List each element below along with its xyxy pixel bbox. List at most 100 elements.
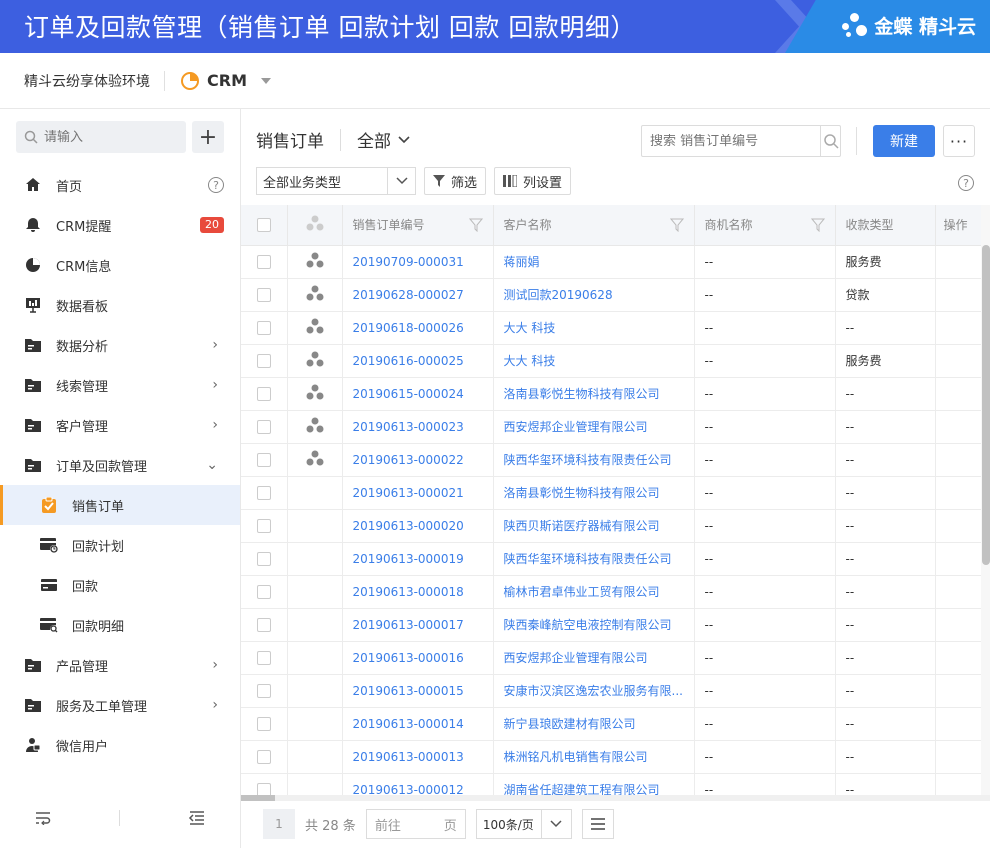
column-header-payment-type[interactable]: 收款类型 bbox=[835, 205, 936, 246]
table-row[interactable]: 20190613-000017 陕西秦峰航空电液控制有限公司 -- -- bbox=[241, 608, 982, 642]
table-row[interactable]: 20190613-000013 株洲铭凡机电销售有限公司 -- -- bbox=[241, 740, 982, 774]
sidebar-search[interactable] bbox=[16, 121, 186, 153]
sidebar-item-card-detail[interactable]: 回款明细 bbox=[0, 605, 240, 645]
row-checkbox[interactable] bbox=[257, 452, 271, 467]
sidebar-item-board[interactable]: 数据看板 bbox=[0, 285, 240, 325]
page-number-current[interactable]: 1 bbox=[263, 809, 295, 839]
order-id-link[interactable]: 20190616-000025 bbox=[342, 344, 494, 378]
wrap-lines-icon[interactable] bbox=[34, 811, 52, 825]
actions-cell[interactable] bbox=[935, 377, 982, 411]
actions-cell[interactable] bbox=[935, 476, 982, 510]
customer-name-link[interactable]: 湖南省任超建筑工程有限公司 bbox=[493, 773, 695, 795]
more-button[interactable]: ··· bbox=[943, 125, 975, 157]
table-row[interactable]: 20190613-000019 陕西华玺环境科技有限责任公司 -- -- bbox=[241, 542, 982, 576]
order-id-link[interactable]: 20190709-000031 bbox=[342, 245, 494, 279]
table-row[interactable]: 20190709-000031 蒋丽娟 -- 服务费 bbox=[241, 245, 982, 279]
customer-name-link[interactable]: 陕西华玺环境科技有限责任公司 bbox=[493, 542, 695, 576]
environment-name[interactable]: 精斗云纷享体验环境 bbox=[24, 70, 165, 91]
row-checkbox[interactable] bbox=[257, 287, 271, 302]
actions-cell[interactable] bbox=[935, 344, 982, 378]
row-checkbox[interactable] bbox=[257, 551, 271, 566]
customer-name-link[interactable]: 西安煜邦企业管理有限公司 bbox=[493, 410, 695, 444]
order-id-link[interactable]: 20190613-000021 bbox=[342, 476, 494, 510]
row-checkbox[interactable] bbox=[257, 518, 271, 533]
funnel-icon[interactable] bbox=[810, 218, 825, 232]
sidebar-item-pie[interactable]: CRM信息 bbox=[0, 245, 240, 285]
order-search[interactable] bbox=[641, 125, 841, 157]
list-view-button[interactable] bbox=[581, 809, 614, 839]
table-row[interactable]: 20190613-000021 洛南县彰悦生物科技有限公司 -- -- bbox=[241, 476, 982, 510]
actions-cell[interactable] bbox=[935, 278, 982, 312]
table-row[interactable]: 20190613-000018 榆林市君卓伟业工贸有限公司 -- -- bbox=[241, 575, 982, 609]
row-checkbox[interactable] bbox=[257, 716, 271, 731]
row-checkbox[interactable] bbox=[257, 419, 271, 434]
order-id-link[interactable]: 20190613-000014 bbox=[342, 707, 494, 741]
business-type-select[interactable]: 全部业务类型 bbox=[256, 167, 416, 195]
column-header-order-id[interactable]: 销售订单编号 bbox=[342, 205, 494, 246]
order-id-link[interactable]: 20190615-000024 bbox=[342, 377, 494, 411]
order-id-link[interactable]: 20190613-000022 bbox=[342, 443, 494, 477]
customer-name-link[interactable]: 大大 科技 bbox=[493, 344, 695, 378]
actions-cell[interactable] bbox=[935, 311, 982, 345]
actions-cell[interactable] bbox=[935, 410, 982, 444]
order-id-link[interactable]: 20190628-000027 bbox=[342, 278, 494, 312]
vertical-scroll-thumb[interactable] bbox=[982, 245, 990, 565]
table-row[interactable]: 20190613-000016 西安煜邦企业管理有限公司 -- -- bbox=[241, 641, 982, 675]
row-checkbox[interactable] bbox=[257, 254, 271, 269]
order-id-link[interactable]: 20190613-000015 bbox=[342, 674, 494, 708]
customer-name-link[interactable]: 新宁县琅欧建材有限公司 bbox=[493, 707, 695, 741]
customer-name-link[interactable]: 西安煜邦企业管理有限公司 bbox=[493, 641, 695, 675]
sidebar-item-folder[interactable]: 线索管理 › bbox=[0, 365, 240, 405]
customer-name-link[interactable]: 陕西华玺环境科技有限责任公司 bbox=[493, 443, 695, 477]
sidebar-item-folder[interactable]: 产品管理 › bbox=[0, 645, 240, 685]
sidebar-item-folder[interactable]: 订单及回款管理 ⌄ bbox=[0, 445, 240, 485]
row-checkbox[interactable] bbox=[257, 584, 271, 599]
add-button[interactable]: + bbox=[192, 121, 224, 153]
customer-name-link[interactable]: 蒋丽娟 bbox=[493, 245, 695, 279]
horizontal-scroll-thumb[interactable] bbox=[241, 795, 275, 801]
vertical-scrollbar[interactable] bbox=[981, 205, 990, 795]
customer-name-link[interactable]: 陕西秦峰航空电液控制有限公司 bbox=[493, 608, 695, 642]
search-button[interactable] bbox=[820, 126, 840, 156]
actions-cell[interactable] bbox=[935, 773, 982, 795]
funnel-icon[interactable] bbox=[468, 218, 483, 232]
actions-cell[interactable] bbox=[935, 707, 982, 741]
customer-name-link[interactable]: 大大 科技 bbox=[493, 311, 695, 345]
column-header-opportunity[interactable]: 商机名称 bbox=[694, 205, 836, 246]
table-row[interactable]: 20190615-000024 洛南县彰悦生物科技有限公司 -- -- bbox=[241, 377, 982, 411]
row-checkbox[interactable] bbox=[257, 782, 271, 795]
row-checkbox[interactable] bbox=[257, 320, 271, 335]
select-all-checkbox[interactable] bbox=[257, 218, 271, 232]
help-icon[interactable]: ? bbox=[958, 175, 974, 191]
order-id-link[interactable]: 20190613-000013 bbox=[342, 740, 494, 774]
row-checkbox[interactable] bbox=[257, 650, 271, 665]
actions-cell[interactable] bbox=[935, 608, 982, 642]
sidebar-item-clipboard-check[interactable]: 销售订单 bbox=[0, 485, 240, 525]
order-id-link[interactable]: 20190613-000012 bbox=[342, 773, 494, 795]
table-row[interactable]: 20190613-000014 新宁县琅欧建材有限公司 -- -- bbox=[241, 707, 982, 741]
table-row[interactable]: 20190613-000022 陕西华玺环境科技有限责任公司 -- -- bbox=[241, 443, 982, 477]
customer-name-link[interactable]: 安康市汉滨区逸宏农业服务有限... bbox=[493, 674, 695, 708]
sidebar-item-wechat-user[interactable]: 微信用户 bbox=[0, 725, 240, 765]
column-header-customer[interactable]: 客户名称 bbox=[493, 205, 695, 246]
column-settings-button[interactable]: 列设置 bbox=[494, 167, 572, 195]
actions-cell[interactable] bbox=[935, 443, 982, 477]
funnel-icon[interactable] bbox=[669, 218, 684, 232]
row-checkbox[interactable] bbox=[257, 386, 271, 401]
order-id-link[interactable]: 20190613-000023 bbox=[342, 410, 494, 444]
actions-cell[interactable] bbox=[935, 575, 982, 609]
table-row[interactable]: 20190613-000015 安康市汉滨区逸宏农业服务有限... -- -- bbox=[241, 674, 982, 708]
sidebar-item-card-plan[interactable]: 回款计划 bbox=[0, 525, 240, 565]
row-checkbox[interactable] bbox=[257, 353, 271, 368]
sidebar-search-input[interactable] bbox=[44, 129, 174, 145]
sidebar-item-folder[interactable]: 服务及工单管理 › bbox=[0, 685, 240, 725]
sidebar-item-home[interactable]: 首页? bbox=[0, 165, 240, 205]
table-row[interactable]: 20190613-000023 西安煜邦企业管理有限公司 -- -- bbox=[241, 410, 982, 444]
actions-cell[interactable] bbox=[935, 542, 982, 576]
new-button[interactable]: 新建 bbox=[873, 125, 935, 157]
order-search-input[interactable] bbox=[642, 133, 820, 149]
table-row[interactable]: 20190618-000026 大大 科技 -- -- bbox=[241, 311, 982, 345]
customer-name-link[interactable]: 洛南县彰悦生物科技有限公司 bbox=[493, 476, 695, 510]
order-id-link[interactable]: 20190613-000020 bbox=[342, 509, 494, 543]
collapse-menu-icon[interactable] bbox=[188, 811, 206, 825]
